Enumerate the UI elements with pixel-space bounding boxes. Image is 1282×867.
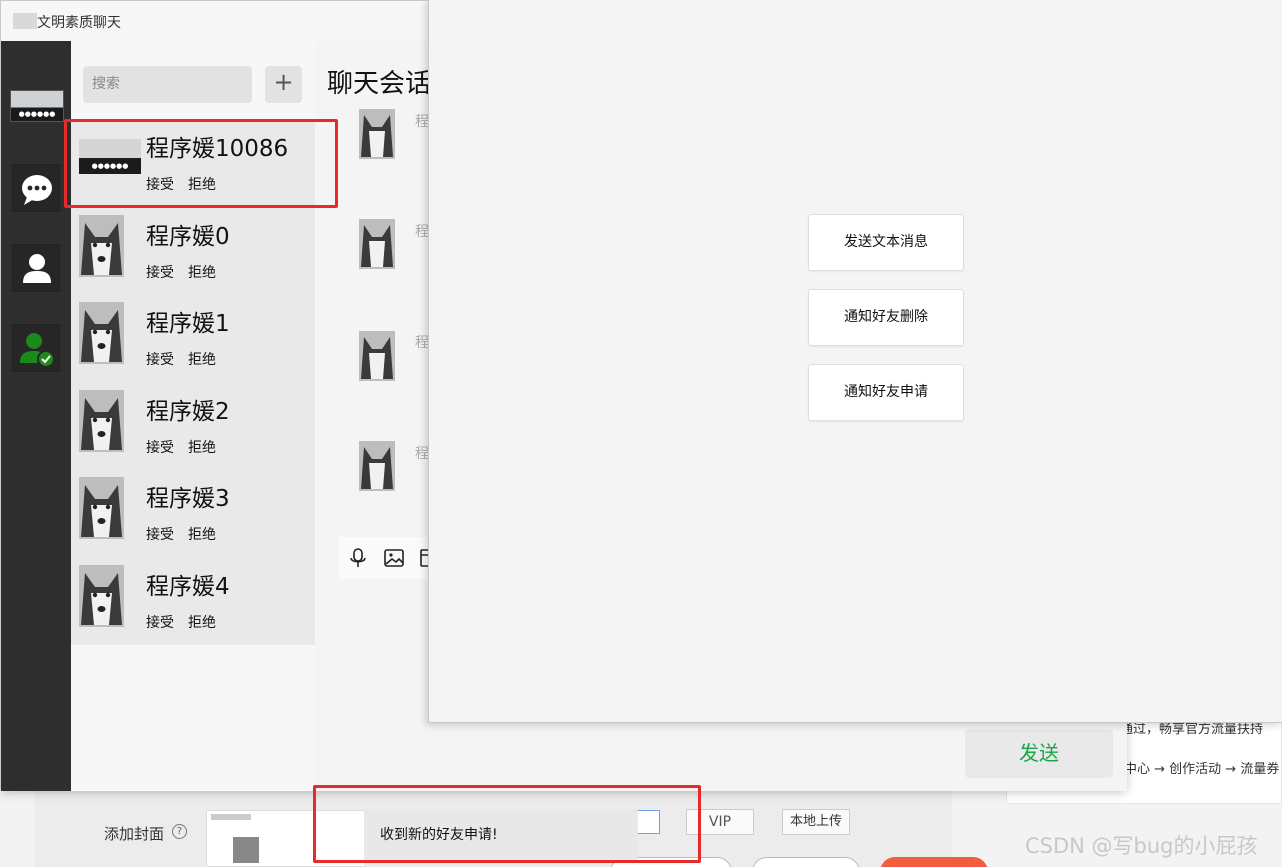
user-avatar[interactable]: ●●●●●● <box>10 90 64 122</box>
app-icon <box>13 13 37 29</box>
app-title: 文明素质聊天 <box>37 15 121 31</box>
message-avatar <box>359 109 395 159</box>
microphone-icon[interactable] <box>347 547 369 569</box>
nav-contacts-button[interactable] <box>12 244 60 292</box>
nav-chat-button[interactable] <box>12 164 60 212</box>
list-item[interactable]: 程序媛4 接受 拒绝 <box>71 556 315 645</box>
message-sender: 程 <box>415 114 429 130</box>
chat-bubble-icon <box>22 175 52 205</box>
person-icon <box>23 254 51 283</box>
add-cover-label: 添加封面 <box>104 825 165 843</box>
message-sender: 程 <box>415 446 429 462</box>
contact-name: 程序媛4 <box>146 573 230 600</box>
husky-avatar <box>79 214 124 277</box>
contact-name: 程序媛3 <box>146 486 230 513</box>
message-sender: 程 <box>415 335 429 351</box>
send-text-message-button[interactable]: 发送文本消息 <box>808 214 964 271</box>
accept-button[interactable]: 接受 <box>146 437 174 457</box>
send-button[interactable]: 发送 <box>965 729 1113 778</box>
reject-button[interactable]: 拒绝 <box>188 524 216 544</box>
chat-header: 聊天会话 <box>327 69 432 99</box>
person-add-check-icon <box>20 333 55 368</box>
accept-button[interactable]: 接受 <box>146 349 174 369</box>
message-sender: 程 <box>415 224 429 240</box>
reject-button[interactable]: 拒绝 <box>188 437 216 457</box>
husky-avatar <box>79 477 124 540</box>
accept-button[interactable]: 接受 <box>146 262 174 282</box>
highlight-box-contact <box>64 119 338 208</box>
notify-friend-request-button[interactable]: 通知好友申请 <box>808 364 964 421</box>
nav-rail: ●●●●●● <box>1 41 71 791</box>
highlight-box-toast <box>313 785 701 863</box>
thumbnail-image <box>233 837 259 863</box>
accept-button[interactable]: 接受 <box>146 612 174 632</box>
watermark: CSDN @写bug的小屁孩 <box>1025 834 1258 858</box>
search-input[interactable]: 搜索 <box>83 66 252 103</box>
contact-name: 程序媛1 <box>146 311 230 338</box>
background-side-text-2: 中心 → 创作活动 → 流量券 <box>1124 762 1280 777</box>
message-toolbar <box>339 537 440 579</box>
reject-button[interactable]: 拒绝 <box>188 612 216 632</box>
notification-dialog: 发送文本消息 通知好友删除 通知好友申请 <box>428 0 1282 723</box>
husky-avatar <box>79 302 124 365</box>
contact-name: 程序媛0 <box>146 223 230 250</box>
message-avatar <box>359 219 395 269</box>
help-icon[interactable]: ? <box>172 824 187 839</box>
thumbnail-bar <box>211 814 251 820</box>
list-item[interactable]: 程序媛3 接受 拒绝 <box>71 469 315 557</box>
notify-friend-delete-button[interactable]: 通知好友删除 <box>808 289 964 346</box>
contact-name: 程序媛2 <box>146 398 230 425</box>
background-publish-button[interactable] <box>880 857 988 867</box>
message-avatar <box>359 441 395 491</box>
reject-button[interactable]: 拒绝 <box>188 262 216 282</box>
background-pill-button[interactable] <box>752 857 860 867</box>
list-item[interactable]: 程序媛0 接受 拒绝 <box>71 206 315 295</box>
local-upload-button[interactable]: 本地上传 <box>782 809 850 835</box>
husky-avatar <box>79 389 124 452</box>
message-avatar <box>359 331 395 381</box>
list-item[interactable]: 程序媛1 接受 拒绝 <box>71 294 315 382</box>
list-item[interactable]: 程序媛2 接受 拒绝 <box>71 381 315 470</box>
add-button[interactable]: + <box>265 66 302 103</box>
accept-button[interactable]: 接受 <box>146 524 174 544</box>
husky-avatar <box>79 564 124 627</box>
nav-new-friends-button[interactable] <box>12 324 60 372</box>
image-icon[interactable] <box>383 547 405 569</box>
reject-button[interactable]: 拒绝 <box>188 349 216 369</box>
